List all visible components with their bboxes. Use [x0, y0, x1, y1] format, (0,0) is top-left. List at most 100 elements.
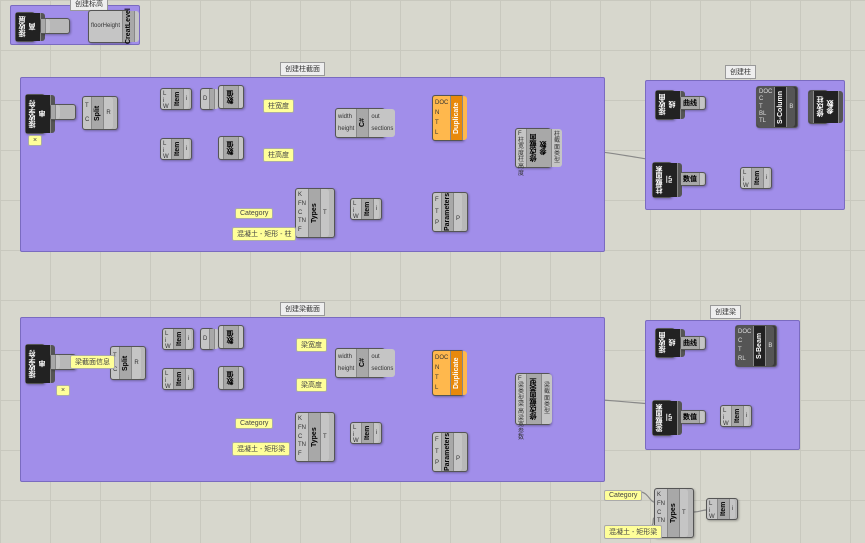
- port-in[interactable]: D: [203, 96, 207, 103]
- node-n52[interactable]: LiWItemi: [350, 422, 382, 444]
- port-in[interactable]: T: [435, 449, 439, 456]
- port-in[interactable]: W: [165, 344, 171, 351]
- port-in[interactable]: L: [353, 201, 359, 208]
- port-in[interactable]: N: [435, 110, 448, 117]
- node-n42[interactable]: TCSplitR: [110, 346, 146, 380]
- port-in[interactable]: F: [435, 197, 439, 204]
- port-out[interactable]: 梁截面类型: [544, 383, 550, 416]
- port-in[interactable]: C: [657, 510, 665, 517]
- node-n46[interactable]: LiWItemi: [162, 368, 194, 390]
- badge-7[interactable]: 梁宽度: [296, 338, 327, 352]
- node-n23[interactable]: FTPParametersP: [432, 192, 468, 232]
- badge-0[interactable]: ×: [28, 135, 42, 146]
- port-in[interactable]: i: [165, 338, 171, 345]
- node-n71[interactable]: LiWItemi: [706, 498, 738, 520]
- node-n40[interactable]: 接收字符串: [25, 344, 45, 384]
- node-n34[interactable]: 柱截面索引: [652, 162, 672, 198]
- port-out[interactable]: i: [188, 376, 189, 383]
- node-n65[interactable]: LiWItemi: [720, 405, 752, 427]
- port-in[interactable]: i: [709, 508, 715, 515]
- node-n48[interactable]: widthheightC#outsections: [335, 348, 385, 378]
- port-in[interactable]: 梁高: [518, 402, 524, 415]
- port-out[interactable]: sections: [371, 126, 393, 133]
- port-in[interactable]: 柱宽度: [518, 138, 524, 158]
- node-n32[interactable]: DOCCTBLTLS-ColumnB: [756, 86, 798, 128]
- port-in[interactable]: i: [353, 208, 359, 215]
- port-in[interactable]: W: [743, 183, 749, 190]
- badge-12[interactable]: 混凝土 - 矩形梁: [604, 525, 662, 539]
- port-in[interactable]: RL: [738, 356, 751, 363]
- badge-6[interactable]: 梁截面信息: [70, 355, 115, 369]
- badge-9[interactable]: Category: [235, 418, 273, 429]
- port-in[interactable]: FN: [298, 425, 306, 432]
- port-in[interactable]: TN: [298, 442, 306, 449]
- port-in[interactable]: 参数: [518, 429, 524, 442]
- port-in[interactable]: L: [163, 141, 169, 148]
- port-in[interactable]: W: [353, 214, 359, 221]
- port-out[interactable]: i: [766, 175, 767, 182]
- port-in[interactable]: 梁类型: [518, 383, 524, 403]
- port-out[interactable]: i: [376, 206, 377, 213]
- node-n64[interactable]: 数值: [680, 410, 706, 424]
- port-in[interactable]: L: [743, 170, 749, 177]
- port-in[interactable]: C: [759, 96, 772, 103]
- port-out[interactable]: R: [134, 360, 138, 367]
- port-in[interactable]: K: [657, 492, 665, 499]
- node-n50[interactable]: F梁类型梁高梁宽参数修改截面类型梁截面类型: [515, 373, 551, 425]
- port-in[interactable]: N: [435, 365, 448, 372]
- port-in[interactable]: W: [709, 514, 715, 521]
- port-in[interactable]: L: [709, 501, 715, 508]
- node-n20[interactable]: F柱宽度柱高度修改截面参数柱截面类型: [515, 128, 551, 168]
- node-n33[interactable]: 修改柱参数: [808, 90, 828, 124]
- port-in[interactable]: F: [298, 451, 306, 458]
- port-out[interactable]: out: [371, 354, 393, 361]
- port-in[interactable]: C: [298, 210, 306, 217]
- port-in[interactable]: FN: [298, 201, 306, 208]
- node-n47[interactable]: 数值: [218, 366, 244, 390]
- port-in[interactable]: F: [298, 227, 306, 234]
- badge-1[interactable]: 柱宽度: [263, 99, 294, 113]
- node-n1[interactable]: 接收层高: [15, 12, 35, 42]
- port-in[interactable]: i: [163, 98, 169, 105]
- port-in[interactable]: TN: [298, 218, 306, 225]
- port-in[interactable]: BL: [759, 111, 772, 118]
- port-out[interactable]: out: [371, 114, 393, 121]
- port-in[interactable]: F: [435, 437, 439, 444]
- node-n12[interactable]: TCSplitR: [82, 96, 118, 130]
- node-n51[interactable]: KFNCTNFTypesT: [295, 412, 335, 462]
- port-in[interactable]: P: [435, 220, 439, 227]
- port-out[interactable]: i: [732, 506, 733, 513]
- port-in[interactable]: P: [435, 460, 439, 467]
- node-n15[interactable]: 数值: [218, 85, 244, 109]
- port-in[interactable]: T: [738, 347, 751, 354]
- port-out[interactable]: i: [746, 413, 747, 420]
- badge-3[interactable]: Category: [235, 208, 273, 219]
- node-n36[interactable]: LiWItemi: [740, 167, 772, 189]
- badge-2[interactable]: 柱高度: [263, 148, 294, 162]
- node-n21[interactable]: KFNCTNFTypesT: [295, 188, 335, 238]
- port-in[interactable]: 柱高度: [518, 157, 524, 177]
- badge-4[interactable]: 混凝土 - 矩形 - 柱: [232, 227, 296, 241]
- port-out[interactable]: R: [106, 110, 110, 117]
- port-out[interactable]: T: [323, 210, 327, 217]
- port-in[interactable]: i: [353, 432, 359, 439]
- port-in[interactable]: C: [738, 338, 751, 345]
- port-in[interactable]: C: [298, 434, 306, 441]
- port-in[interactable]: i: [163, 148, 169, 155]
- port-out[interactable]: i: [376, 430, 377, 437]
- port-in[interactable]: C: [85, 117, 89, 124]
- port-in[interactable]: L: [163, 91, 169, 98]
- port-in[interactable]: width: [338, 354, 354, 361]
- port-in[interactable]: DOC: [435, 100, 448, 107]
- port-out[interactable]: sections: [371, 366, 393, 373]
- node-n30[interactable]: 接收曲线: [655, 90, 675, 120]
- port-out[interactable]: B: [768, 343, 772, 350]
- node-n53[interactable]: FTPParametersP: [432, 432, 468, 472]
- port-out[interactable]: B: [789, 104, 793, 111]
- port-in[interactable]: L: [435, 385, 448, 392]
- port-out[interactable]: T: [682, 510, 686, 517]
- port-in[interactable]: height: [338, 366, 354, 373]
- port-in[interactable]: W: [723, 421, 729, 428]
- port-in[interactable]: T: [435, 120, 448, 127]
- port-in[interactable]: L: [165, 331, 171, 338]
